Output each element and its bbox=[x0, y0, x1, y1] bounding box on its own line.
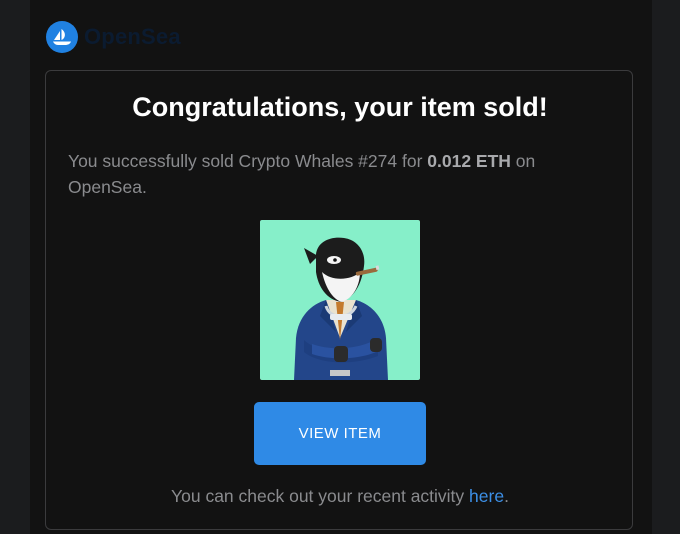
brand-name: OpenSea bbox=[84, 24, 181, 49]
crypto-whale-nft-image[interactable] bbox=[260, 220, 420, 380]
sale-message-prefix: You successfully sold Crypto Whales #274… bbox=[68, 151, 428, 171]
footer-suffix: . bbox=[504, 486, 509, 506]
sale-price: 0.012 ETH bbox=[427, 151, 511, 171]
email-title: Congratulations, your item sold! bbox=[132, 92, 548, 122]
recent-activity-link[interactable]: here bbox=[469, 486, 504, 506]
footer-prefix: You can check out your recent activity bbox=[171, 486, 470, 506]
footer-text: You can check out your recent activity h… bbox=[0, 486, 680, 507]
view-item-button[interactable]: VIEW ITEM bbox=[254, 402, 426, 465]
opensea-boat-icon bbox=[46, 21, 78, 53]
opensea-logo[interactable]: OpenSea bbox=[46, 21, 181, 53]
sale-message: You successfully sold Crypto Whales #274… bbox=[68, 148, 598, 200]
